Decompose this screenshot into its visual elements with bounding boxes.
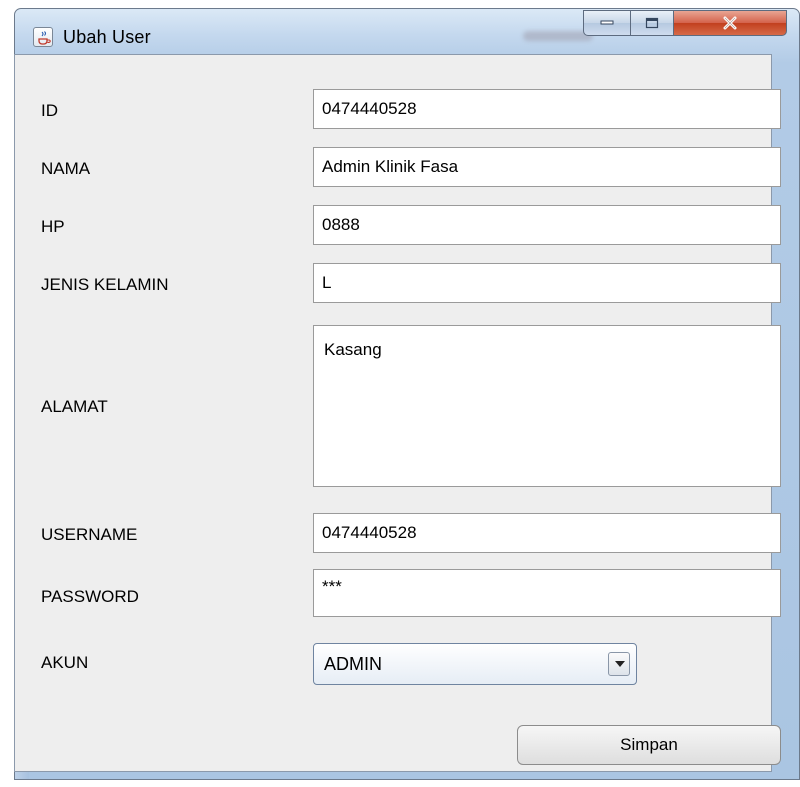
- chevron-down-icon: [615, 661, 625, 667]
- password-label: PASSWORD: [41, 587, 139, 606]
- window-title: Ubah User: [63, 27, 151, 47]
- jenis-kelamin-label: JENIS KELAMIN: [41, 275, 169, 294]
- form-panel: ID 0474440528 NAMA Admin Klinik Fasa HP …: [14, 54, 781, 772]
- id-label: ID: [41, 101, 58, 120]
- maximize-button[interactable]: [630, 10, 674, 36]
- java-cup-icon: [33, 27, 53, 47]
- simpan-button[interactable]: Simpan: [517, 725, 781, 765]
- minimize-button[interactable]: [583, 10, 631, 36]
- minimize-icon: [600, 20, 614, 25]
- close-icon: [723, 16, 737, 30]
- hp-field[interactable]: 0888: [313, 205, 781, 245]
- nama-field[interactable]: Admin Klinik Fasa: [313, 147, 781, 187]
- id-field[interactable]: 0474440528: [313, 89, 781, 129]
- maximize-icon: [645, 17, 659, 29]
- dropdown-arrow-button[interactable]: [608, 652, 630, 676]
- alamat-textarea[interactable]: Kasang: [313, 325, 781, 487]
- akun-selected-value: ADMIN: [324, 654, 382, 674]
- nama-label: NAMA: [41, 159, 91, 178]
- hp-label: HP: [41, 217, 65, 236]
- akun-label: AKUN: [41, 653, 89, 672]
- jenis-kelamin-field[interactable]: L: [313, 263, 781, 303]
- akun-select[interactable]: ADMIN: [313, 643, 637, 685]
- username-field[interactable]: 0474440528: [313, 513, 781, 553]
- close-button[interactable]: [673, 10, 787, 36]
- alamat-label: ALAMAT: [41, 397, 108, 416]
- password-field[interactable]: ***: [313, 569, 781, 617]
- username-label: USERNAME: [41, 525, 138, 544]
